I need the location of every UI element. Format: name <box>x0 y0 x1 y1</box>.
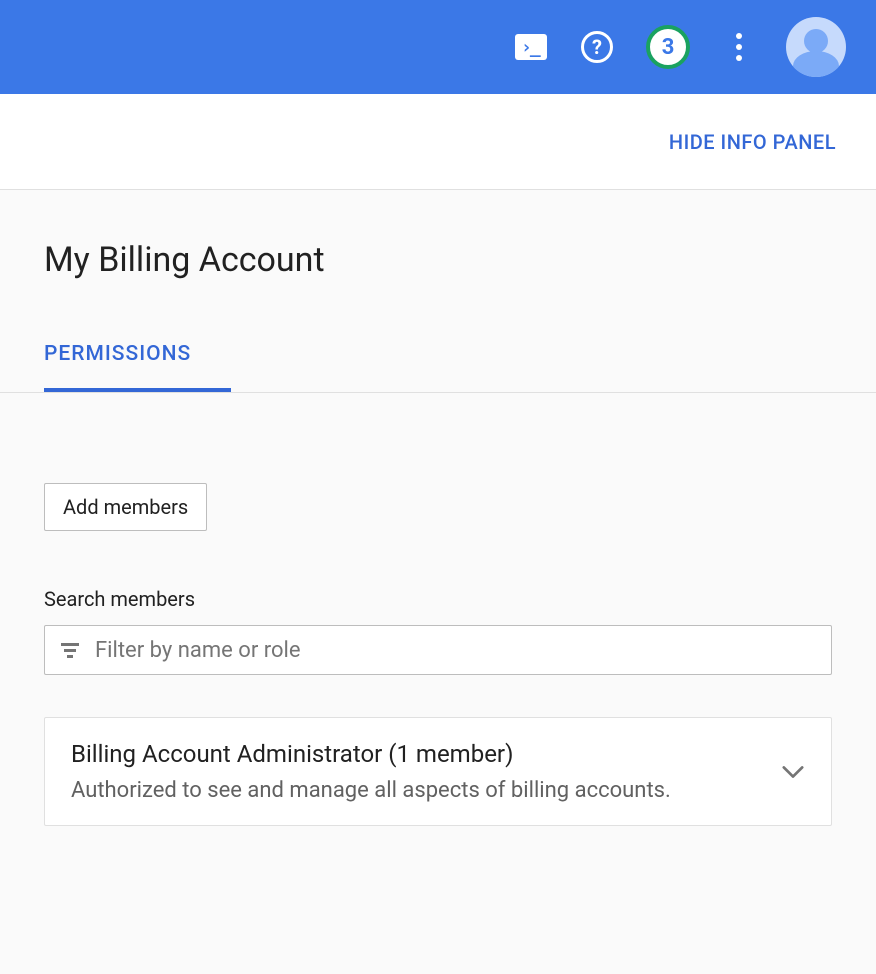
more-vertical-icon <box>736 33 742 61</box>
role-description: Authorized to see and manage all aspects… <box>71 778 781 803</box>
help-button[interactable]: ? <box>578 28 616 66</box>
role-title: Billing Account Administrator (1 member) <box>71 740 781 768</box>
role-card[interactable]: Billing Account Administrator (1 member)… <box>44 717 832 826</box>
cloud-shell-icon <box>515 34 547 60</box>
permissions-section: Add members Search members Billing Accou… <box>44 393 832 826</box>
chevron-down-icon <box>781 760 805 784</box>
filter-icon <box>59 639 81 661</box>
search-input[interactable] <box>95 638 817 663</box>
notification-badge: 3 <box>646 25 690 69</box>
top-bar: ? 3 <box>0 0 876 94</box>
main-content: My Billing Account PERMISSIONS Add membe… <box>0 190 876 826</box>
avatar-icon <box>804 29 828 53</box>
more-options-button[interactable] <box>720 28 758 66</box>
cloud-shell-button[interactable] <box>512 28 550 66</box>
search-box[interactable] <box>44 625 832 675</box>
help-icon: ? <box>581 31 613 63</box>
search-members-label: Search members <box>44 587 832 611</box>
notifications-button[interactable]: 3 <box>644 23 692 71</box>
account-avatar[interactable] <box>786 17 846 77</box>
page-title: My Billing Account <box>44 240 832 280</box>
hide-info-panel-button[interactable]: HIDE INFO PANEL <box>669 130 836 154</box>
tabs-bar: PERMISSIONS <box>0 342 876 393</box>
tab-permissions[interactable]: PERMISSIONS <box>44 342 231 392</box>
role-text: Billing Account Administrator (1 member)… <box>71 740 781 803</box>
add-members-button[interactable]: Add members <box>44 483 207 531</box>
sub-header: HIDE INFO PANEL <box>0 94 876 190</box>
